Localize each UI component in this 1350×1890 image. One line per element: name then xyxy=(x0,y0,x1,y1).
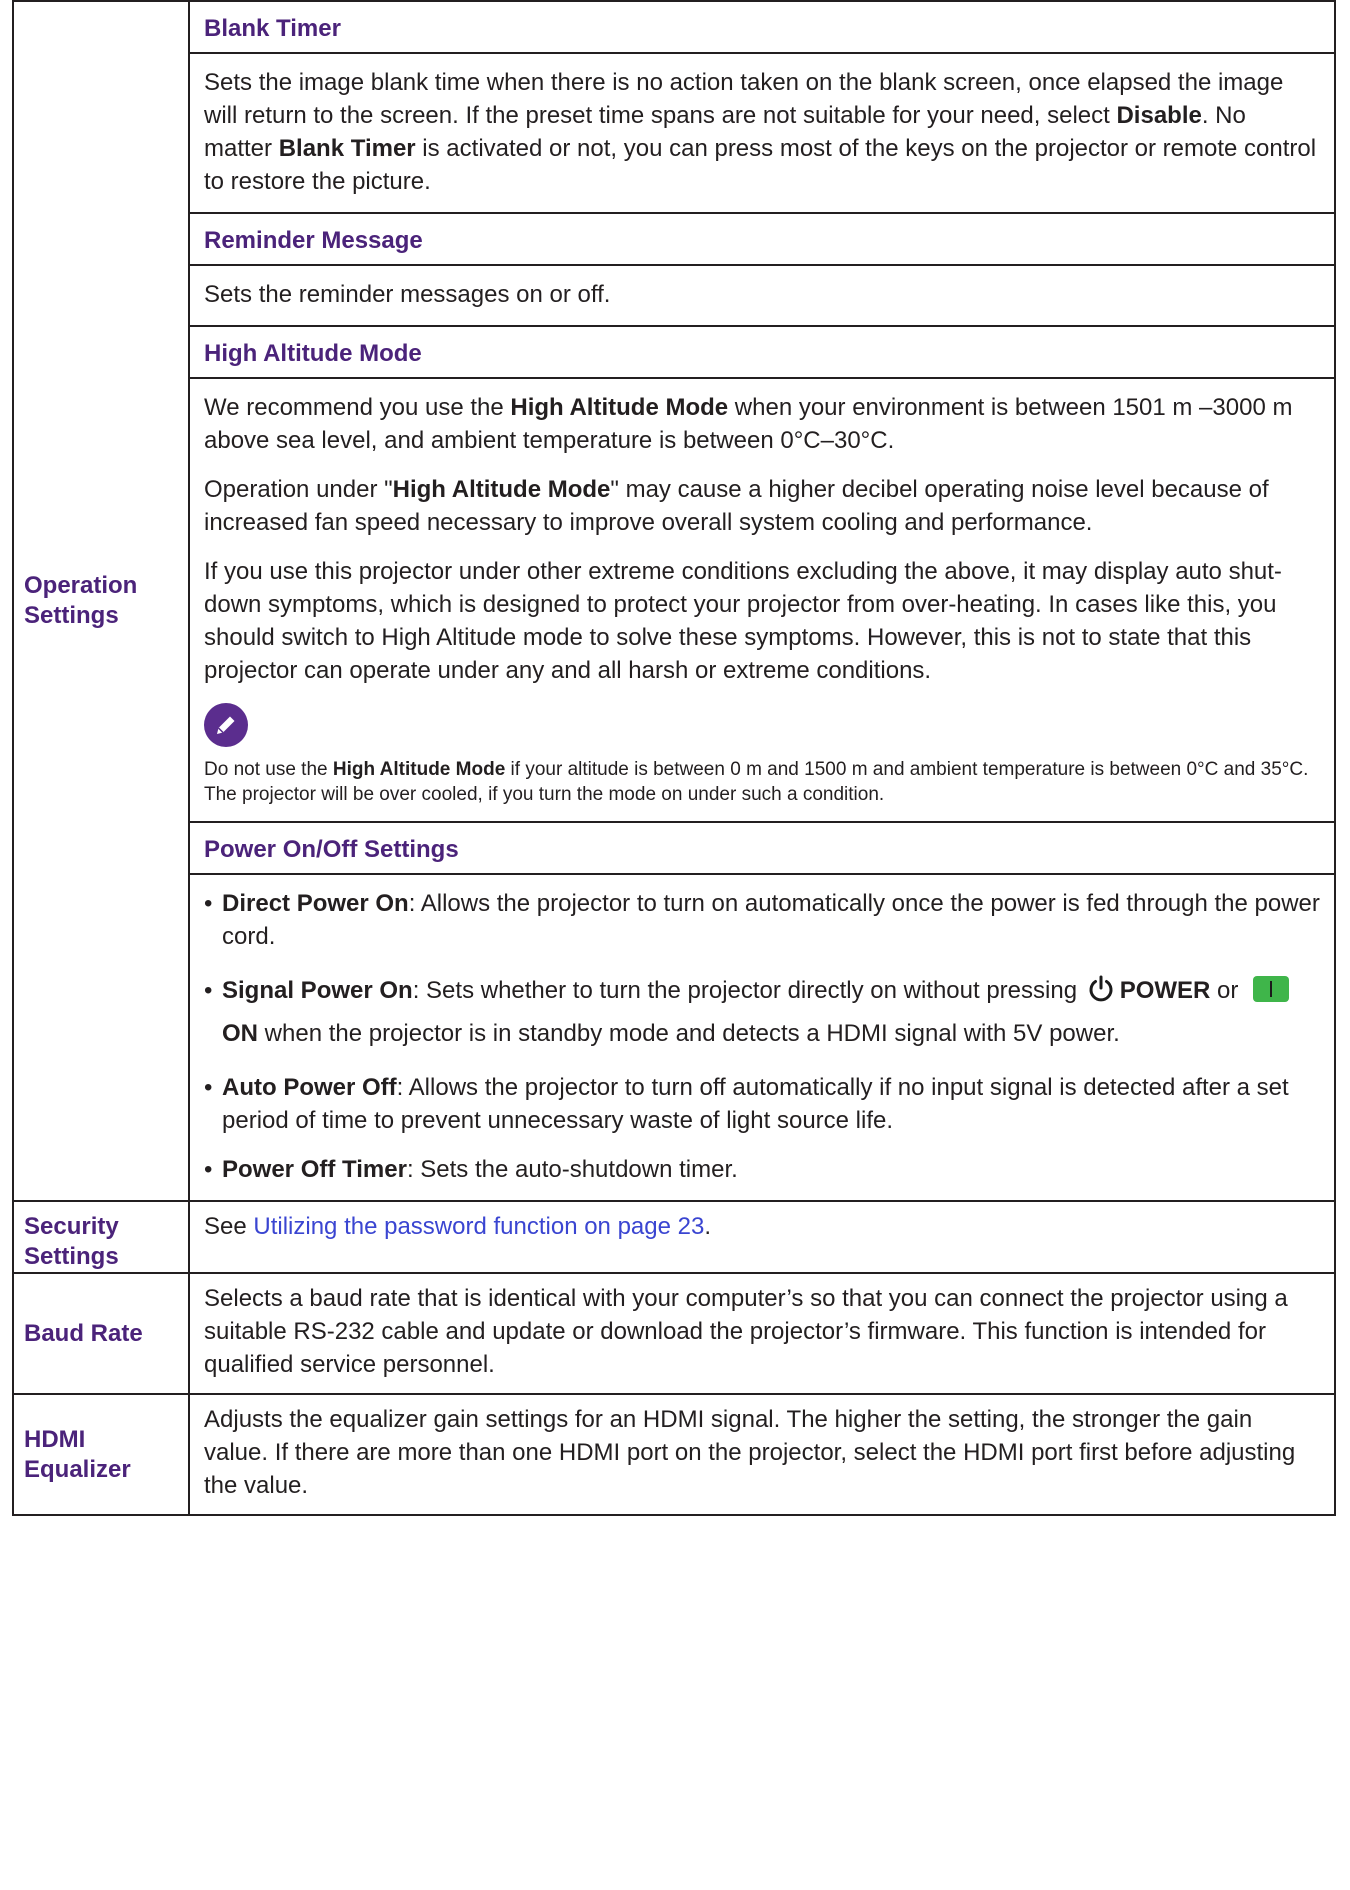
row-power-settings: Power On/Off Settings • Direct Power On:… xyxy=(13,821,1336,1202)
on-key-icon xyxy=(1253,975,1290,1002)
bullet-auto-power-off: • Auto Power Off: Allows the projector t… xyxy=(204,1071,1320,1137)
bullet-power-off-timer: • Power Off Timer: Sets the auto-shutdow… xyxy=(204,1153,1320,1186)
blank-timer-cell: Blank Timer Sets the image blank time wh… xyxy=(188,0,1336,214)
pencil-note-icon xyxy=(204,703,248,747)
high-altitude-p3: If you use this projector under other ex… xyxy=(204,558,1282,684)
reminder-message-title: Reminder Message xyxy=(190,214,1334,266)
high-altitude-body: We recommend you use the High Altitude M… xyxy=(190,379,1334,821)
row-reminder-message: Reminder Message Sets the reminder messa… xyxy=(13,212,1336,327)
blank-timer-title: Blank Timer xyxy=(190,2,1334,54)
row-baud-rate: Baud Rate Selects a baud rate that is id… xyxy=(12,1272,1336,1395)
blank-timer-text: Sets the image blank time when there is … xyxy=(204,69,1317,195)
high-altitude-note: Do not use the High Altitude Mode if you… xyxy=(204,759,1309,805)
row-security-settings: Security Settings See Utilizing the pass… xyxy=(12,1200,1336,1274)
hdmi-equalizer-desc: Adjusts the equalizer gain settings for … xyxy=(188,1393,1336,1516)
baud-rate-desc: Selects a baud rate that is identical wi… xyxy=(188,1272,1336,1395)
reminder-message-text: Sets the reminder messages on or off. xyxy=(204,281,611,308)
bullet-dot: • xyxy=(204,977,213,1004)
high-altitude-title: High Altitude Mode xyxy=(190,327,1334,379)
row-blank-timer: Operation Settings Blank Timer Sets the … xyxy=(12,0,1336,1202)
bullet-signal-power-on: • Signal Power On: Sets whether to turn … xyxy=(204,969,1320,1055)
security-settings-desc: See Utilizing the password function on p… xyxy=(188,1200,1336,1274)
password-function-link[interactable]: Utilizing the password function on page … xyxy=(253,1213,704,1240)
row-hdmi-equalizer: HDMI Equalizer Adjusts the equalizer gai… xyxy=(12,1393,1336,1516)
bullet-dot: • xyxy=(204,890,213,917)
reminder-message-cell: Reminder Message Sets the reminder messa… xyxy=(188,212,1336,327)
bullet-dot: • xyxy=(204,1156,213,1183)
security-settings-label: Security Settings xyxy=(12,1200,190,1274)
power-icon xyxy=(1086,974,1116,1004)
high-altitude-p2: Operation under "High Altitude Mode" may… xyxy=(204,476,1269,536)
power-settings-title: Power On/Off Settings xyxy=(190,823,1334,875)
row-high-altitude: High Altitude Mode We recommend you use … xyxy=(13,325,1336,823)
blank-timer-body: Sets the image blank time when there is … xyxy=(190,54,1334,212)
power-settings-cell: Power On/Off Settings • Direct Power On:… xyxy=(188,821,1336,1202)
reminder-message-body: Sets the reminder messages on or off. xyxy=(190,266,1334,325)
hdmi-equalizer-label: HDMI Equalizer xyxy=(12,1393,190,1516)
bullet-direct-power-on: • Direct Power On: Allows the projector … xyxy=(204,887,1320,953)
high-altitude-cell: High Altitude Mode We recommend you use … xyxy=(188,325,1336,823)
high-altitude-p1: We recommend you use the High Altitude M… xyxy=(204,394,1293,454)
bullet-dot: • xyxy=(204,1074,213,1101)
operation-settings-label: Operation Settings xyxy=(12,0,190,1202)
baud-rate-label: Baud Rate xyxy=(12,1272,190,1395)
settings-table: Operation Settings Blank Timer Sets the … xyxy=(12,0,1336,1516)
power-settings-body: • Direct Power On: Allows the projector … xyxy=(190,875,1334,1200)
